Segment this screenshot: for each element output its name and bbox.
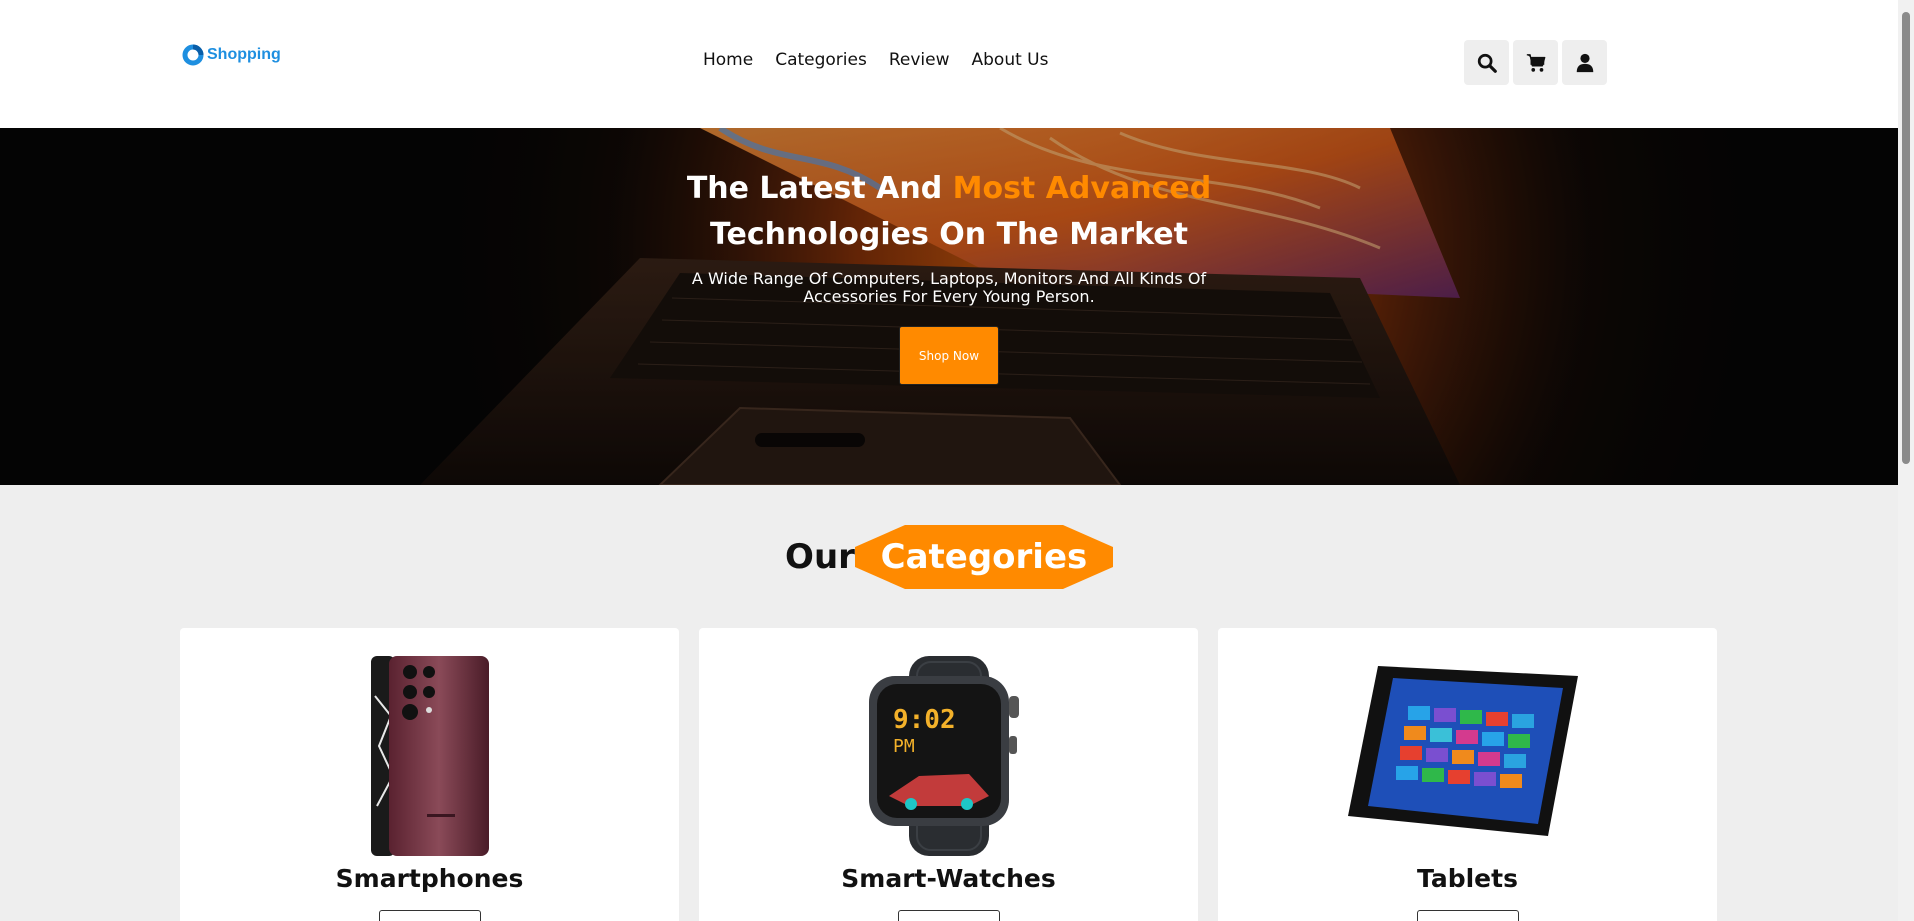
smartwatch-image: 9:02 PM <box>699 656 1198 856</box>
logo-text: Shopping <box>207 46 281 63</box>
main-nav: Home Categories Review About Us <box>703 50 1048 70</box>
shop-now-button[interactable]: Shop Now <box>899 326 999 385</box>
logo-icon <box>182 44 204 66</box>
hero-content: The Latest And Most Advanced Technologie… <box>0 128 1898 385</box>
hero-title: The Latest And Most Advanced Technologie… <box>0 166 1898 258</box>
tablet-image <box>1218 656 1717 856</box>
watch-ampm-text: PM <box>893 736 915 757</box>
hero-title-accent: Most Advanced <box>952 171 1212 206</box>
category-button[interactable] <box>898 910 1000 921</box>
cart-icon <box>1526 53 1545 72</box>
search-icon <box>1477 53 1497 73</box>
category-card-smartwatches[interactable]: 9:02 PM Smart-Watches <box>699 628 1198 921</box>
smartphone-image <box>180 656 679 856</box>
category-button[interactable] <box>1417 910 1519 921</box>
cart-button[interactable] <box>1513 40 1558 85</box>
hero-title-part1: The Latest And <box>686 171 953 206</box>
hero-banner: The Latest And Most Advanced Technologie… <box>0 128 1898 485</box>
category-card-tablets[interactable]: Tablets <box>1218 628 1717 921</box>
category-name: Smart-Watches <box>841 864 1056 893</box>
user-icon <box>1576 53 1593 72</box>
hero-subtitle: A Wide Range Of Computers, Laptops, Moni… <box>691 269 1207 306</box>
category-cards: Smartphones 9:02 PM Smart-Watches Tablet… <box>180 628 1717 921</box>
category-name: Smartphones <box>335 864 524 893</box>
categories-heading-badge: Categories <box>854 525 1113 589</box>
nav-home[interactable]: Home <box>703 50 753 70</box>
nav-review[interactable]: Review <box>889 50 950 70</box>
categories-heading-plain: Our <box>785 537 855 577</box>
category-name: Tablets <box>1417 864 1518 893</box>
categories-heading-accent: Categories <box>880 537 1088 577</box>
watch-time-text: 9:02 <box>893 705 956 735</box>
logo[interactable]: Shopping <box>182 44 281 66</box>
user-button[interactable] <box>1562 40 1607 85</box>
category-button[interactable] <box>379 910 481 921</box>
site-header: Shopping Home Categories Review About Us <box>0 0 1898 128</box>
nav-about-us[interactable]: About Us <box>972 50 1049 70</box>
nav-categories[interactable]: Categories <box>775 50 867 70</box>
category-card-smartphones[interactable]: Smartphones <box>180 628 679 921</box>
search-button[interactable] <box>1464 40 1509 85</box>
page-scrollbar[interactable] <box>1898 0 1914 921</box>
scrollbar-thumb[interactable] <box>1902 12 1910 464</box>
header-actions <box>1464 40 1607 85</box>
hero-title-part2: Technologies On The Market <box>710 217 1188 252</box>
categories-heading: Our Categories <box>0 525 1898 589</box>
